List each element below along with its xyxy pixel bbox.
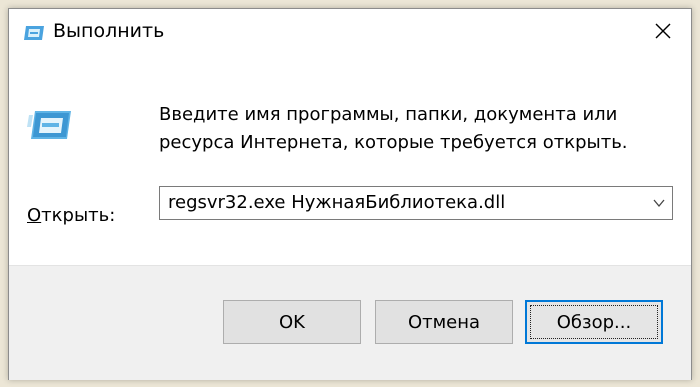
title-bar: Выполнить — [9, 9, 691, 57]
close-button[interactable] — [635, 9, 691, 53]
open-label-text: ткрыть: — [41, 205, 116, 226]
ok-button[interactable]: OK — [223, 300, 361, 344]
cancel-button[interactable]: Отмена — [375, 300, 513, 344]
open-input-value[interactable]: regsvr32.exe НужнаяБиблиотека.dll — [168, 192, 505, 213]
open-label: Открыть: — [27, 205, 115, 226]
open-combobox[interactable]: regsvr32.exe НужнаяБиблиотека.dll — [159, 186, 673, 220]
browse-button-label: Обзор... — [530, 305, 658, 339]
chevron-down-icon[interactable] — [652, 196, 666, 210]
run-app-icon — [24, 26, 44, 40]
run-dialog-icon — [27, 111, 71, 139]
instruction-text: Введите имя программы, папки, документа … — [159, 104, 628, 153]
close-icon — [655, 23, 671, 39]
browse-button[interactable]: Обзор... — [525, 300, 663, 344]
dialog-content: Введите имя программы, папки, документа … — [9, 57, 691, 265]
button-bar: OK Отмена Обзор... — [9, 265, 691, 380]
window-title: Выполнить — [53, 20, 165, 42]
open-label-accelerator: О — [27, 205, 42, 226]
run-dialog: Выполнить Введите имя программы, папки, … — [8, 8, 692, 380]
